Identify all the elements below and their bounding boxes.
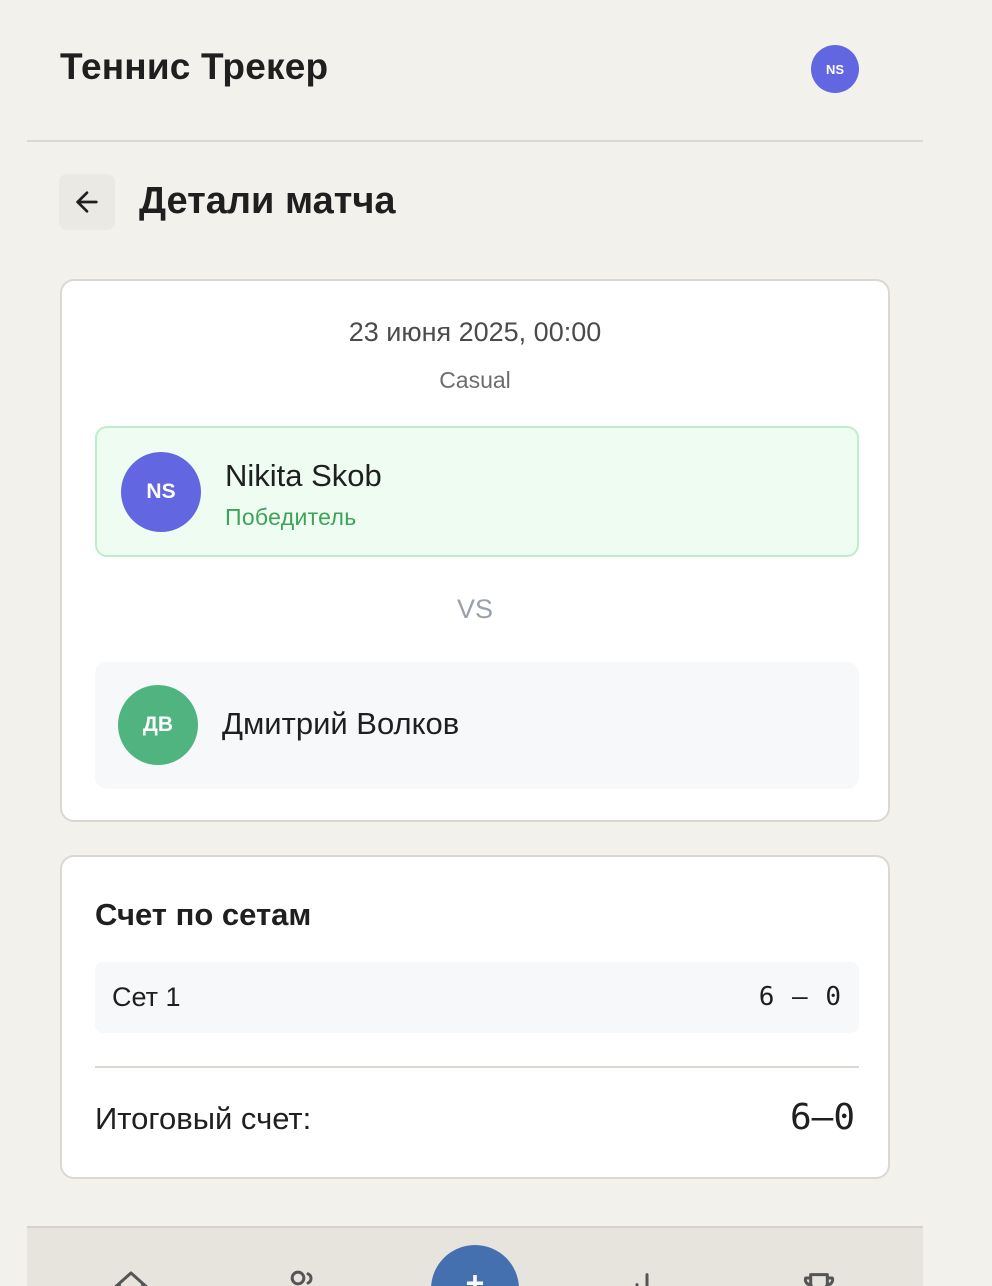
opponent-player-card[interactable]: ДВ Дмитрий Волков <box>95 662 859 789</box>
user-avatar[interactable]: NS <box>811 45 859 93</box>
nav-stats-button[interactable] <box>627 1268 667 1286</box>
app-root: Теннис Трекер NS Детали матча 23 июня 20… <box>0 0 992 1286</box>
page-title: Детали матча <box>139 180 396 222</box>
app-title: Теннис Трекер <box>60 46 329 87</box>
bar-chart-icon <box>635 1273 649 1286</box>
opponent-avatar: ДВ <box>118 685 198 765</box>
set-label: Сет 1 <box>112 982 181 1012</box>
arrow-left-icon <box>76 191 98 213</box>
sets-title: Счет по сетам <box>95 897 312 932</box>
set-scores-card: Счет по сетам Сет 1 6 – 0 Итоговый счет:… <box>60 855 890 1179</box>
set-row: Сет 1 6 – 0 <box>95 962 859 1033</box>
add-match-button[interactable]: + <box>431 1245 519 1286</box>
winner-name: Nikita Skob <box>225 458 382 493</box>
trophy-icon <box>803 1273 835 1286</box>
total-score-value: 6–0 <box>789 1097 855 1138</box>
match-details-card: 23 июня 2025, 00:00 Casual NS Nikita Sko… <box>60 279 890 822</box>
plus-icon: + <box>465 1265 485 1286</box>
match-type: Casual <box>439 367 511 393</box>
nav-home-button[interactable] <box>111 1268 151 1286</box>
home-icon <box>114 1271 148 1286</box>
divider <box>95 1066 859 1068</box>
total-score-label: Итоговый счет: <box>95 1101 312 1136</box>
vs-label: VS <box>456 594 494 624</box>
opponent-name: Дмитрий Волков <box>222 706 460 741</box>
winner-badge: Победитель <box>225 504 357 530</box>
winner-avatar: NS <box>121 452 201 532</box>
back-button[interactable] <box>59 174 115 230</box>
nav-trophy-button[interactable] <box>799 1268 839 1286</box>
app-header: Теннис Трекер NS <box>27 0 923 142</box>
match-date: 23 июня 2025, 00:00 <box>348 317 602 347</box>
nav-players-button[interactable] <box>283 1268 323 1286</box>
bottom-navigation: + <box>27 1226 923 1286</box>
users-icon <box>290 1270 313 1286</box>
set-score: 6 – 0 <box>758 982 842 1012</box>
winner-player-card[interactable]: NS Nikita Skob Победитель <box>95 426 859 557</box>
